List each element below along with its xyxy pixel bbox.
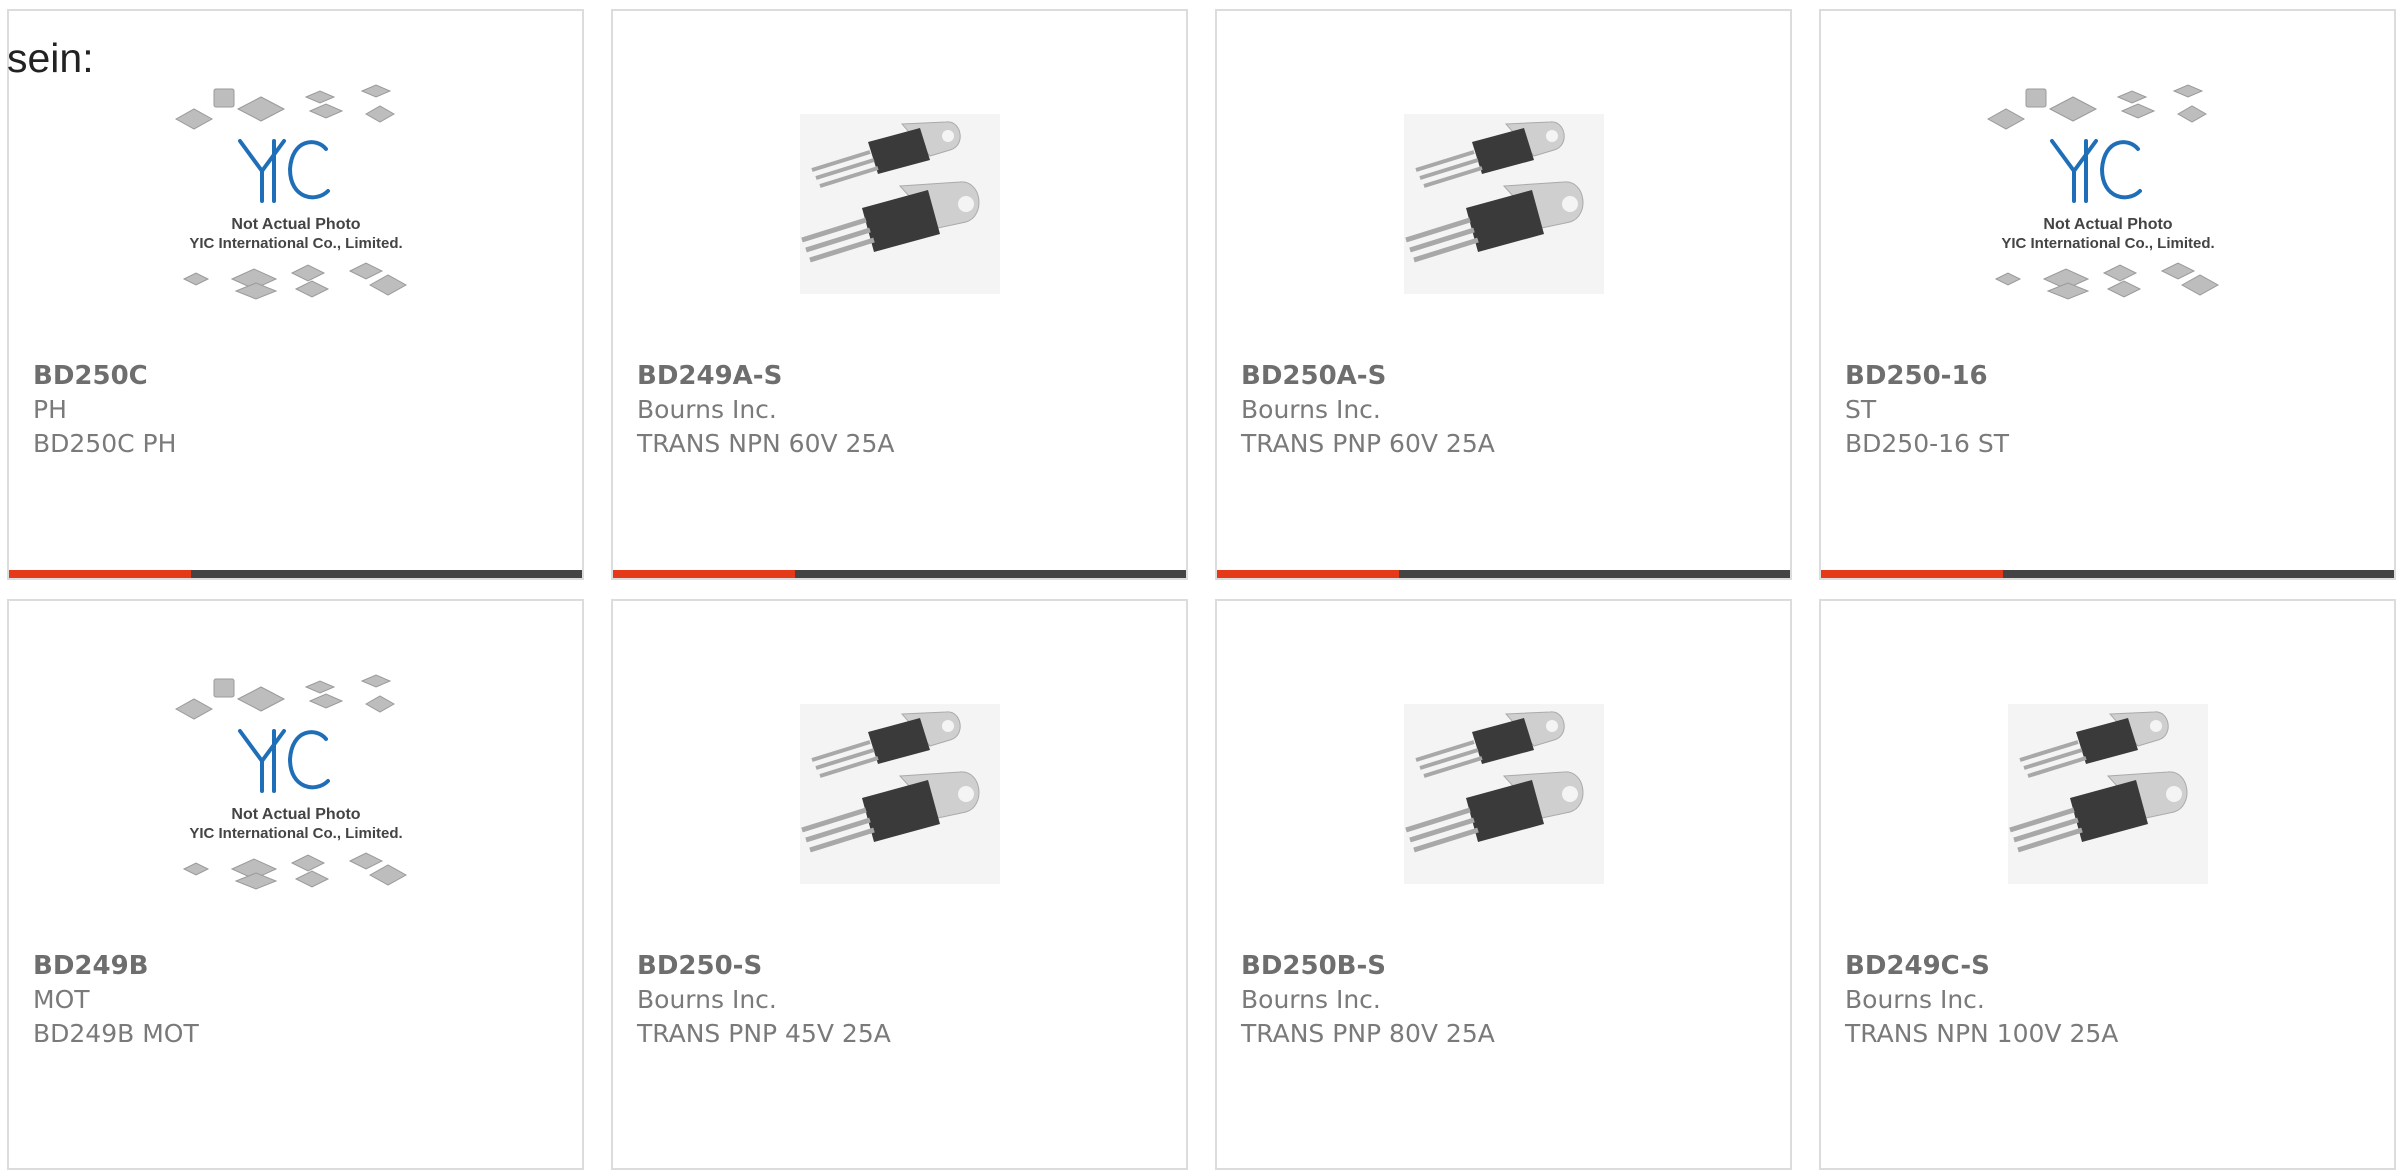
- part-number[interactable]: BD250-S: [637, 949, 1176, 983]
- intro-text: sein:: [7, 35, 94, 81]
- card-bar: [1821, 570, 2394, 578]
- part-number[interactable]: BD249C-S: [1845, 949, 2384, 983]
- manufacturer: ST: [1845, 395, 1877, 424]
- yic-placeholder-image: Not Actual Photo YIC International Co., …: [9, 59, 582, 349]
- placeholder-line-2: YIC International Co., Limited.: [189, 235, 402, 252]
- description: BD250-16 ST: [1845, 429, 2010, 458]
- product-card[interactable]: BD250-S Bourns Inc. TRANS PNP 45V 25A: [611, 599, 1188, 1170]
- placeholder-line-1: Not Actual Photo: [2043, 216, 2172, 233]
- product-card[interactable]: BD250A-S Bourns Inc. TRANS PNP 60V 25A: [1215, 9, 1792, 580]
- product-card[interactable]: BD249A-S Bourns Inc. TRANS NPN 60V 25A: [611, 9, 1188, 580]
- manufacturer: Bourns Inc.: [1241, 395, 1381, 424]
- description: BD249B MOT: [33, 1019, 199, 1048]
- card-bar-accent: [9, 570, 191, 578]
- to-220-transistor-image: [613, 59, 1186, 349]
- placeholder-line-1: Not Actual Photo: [231, 216, 360, 233]
- manufacturer: MOT: [33, 985, 90, 1014]
- manufacturer: Bourns Inc.: [1241, 985, 1381, 1014]
- product-card[interactable]: BD249C-S Bourns Inc. TRANS NPN 100V 25A: [1819, 599, 2396, 1170]
- part-number[interactable]: BD250-16: [1845, 359, 2384, 393]
- yic-placeholder-image: Not Actual Photo YIC International Co., …: [1821, 59, 2394, 349]
- to-220-transistor-image: [613, 649, 1186, 939]
- yic-placeholder-image: Not Actual Photo YIC International Co., …: [9, 649, 582, 939]
- product-card[interactable]: BD250B-S Bourns Inc. TRANS PNP 80V 25A: [1215, 599, 1792, 1170]
- to-220-transistor-image: [1217, 59, 1790, 349]
- product-card[interactable]: Not Actual Photo YIC International Co., …: [7, 9, 584, 580]
- yic-logo-icon: [237, 139, 330, 203]
- card-bar: [613, 570, 1186, 578]
- placeholder-line-2: YIC International Co., Limited.: [189, 825, 402, 842]
- card-bar: [1217, 570, 1790, 578]
- card-bar-accent: [1821, 570, 2003, 578]
- part-number[interactable]: BD250A-S: [1241, 359, 1780, 393]
- description: TRANS PNP 60V 25A: [1241, 429, 1495, 458]
- part-number[interactable]: BD250B-S: [1241, 949, 1780, 983]
- product-card[interactable]: Not Actual Photo YIC International Co., …: [1819, 9, 2396, 580]
- manufacturer: Bourns Inc.: [1845, 985, 1985, 1014]
- manufacturer: Bourns Inc.: [637, 985, 777, 1014]
- part-number[interactable]: BD249A-S: [637, 359, 1176, 393]
- part-number[interactable]: BD250C: [33, 359, 572, 393]
- manufacturer: PH: [33, 395, 67, 424]
- to-220-transistor-image: [1217, 649, 1790, 939]
- card-bar: [9, 570, 582, 578]
- manufacturer: Bourns Inc.: [637, 395, 777, 424]
- placeholder-line-2: YIC International Co., Limited.: [2001, 235, 2214, 252]
- description: TRANS PNP 80V 25A: [1241, 1019, 1495, 1048]
- description: TRANS NPN 100V 25A: [1845, 1019, 2119, 1048]
- yic-logo-icon: [237, 729, 330, 793]
- description: TRANS PNP 45V 25A: [637, 1019, 891, 1048]
- card-bar-accent: [613, 570, 795, 578]
- description: BD250C PH: [33, 429, 177, 458]
- product-card[interactable]: Not Actual Photo YIC International Co., …: [7, 599, 584, 1170]
- part-number[interactable]: BD249B: [33, 949, 572, 983]
- description: TRANS NPN 60V 25A: [637, 429, 895, 458]
- to-220-transistor-image: [1821, 649, 2394, 939]
- card-bar-accent: [1217, 570, 1399, 578]
- placeholder-line-1: Not Actual Photo: [231, 806, 360, 823]
- yic-logo-icon: [2049, 139, 2142, 203]
